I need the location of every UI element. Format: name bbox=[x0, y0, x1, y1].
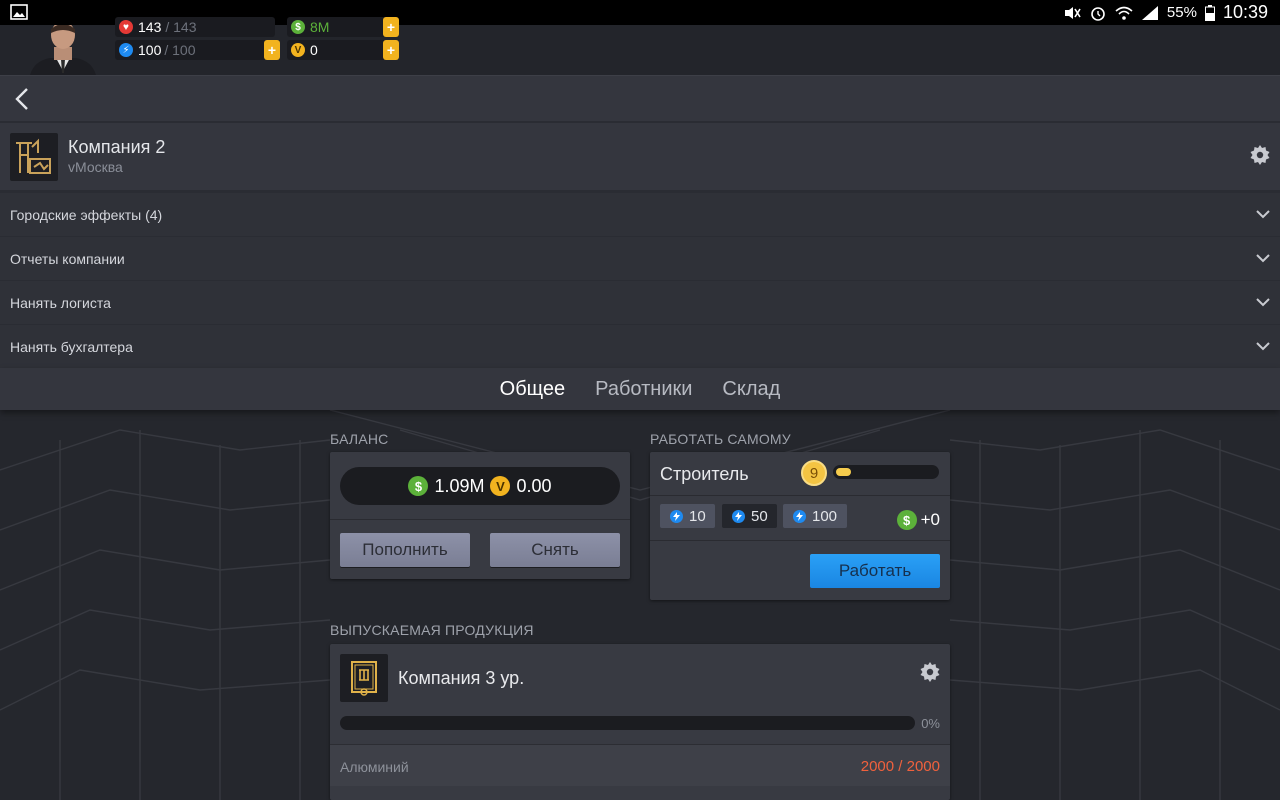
energy-icon: ⚡ bbox=[119, 43, 133, 57]
production-panel: Компания 3 ур. 0% Алюминий 2000 / 2000 bbox=[330, 644, 950, 800]
battery-level: 55% bbox=[1166, 4, 1197, 21]
accordion-label: Нанять бухгалтера bbox=[10, 339, 133, 355]
vcoins-value: 0 bbox=[310, 42, 318, 58]
energy-option-100[interactable]: 100 bbox=[783, 504, 847, 528]
signal-icon bbox=[1141, 5, 1158, 20]
balance-vcoins: 0.00 bbox=[516, 475, 552, 496]
battery-icon bbox=[1204, 4, 1215, 21]
money-value: 8M bbox=[310, 19, 330, 35]
energy-option-label: 100 bbox=[812, 507, 838, 525]
clock: 10:39 bbox=[1222, 2, 1268, 22]
earnings: $ +0 bbox=[896, 510, 940, 530]
chevron-down-icon bbox=[1256, 342, 1270, 351]
money-icon: $ bbox=[291, 20, 305, 34]
accordion-hire-accountant[interactable]: Нанять бухгалтера bbox=[0, 324, 1280, 368]
job-name: Строитель bbox=[660, 464, 749, 484]
add-money-button[interactable]: + bbox=[383, 17, 399, 37]
divider bbox=[650, 495, 950, 496]
product-name: Компания 3 ур. bbox=[398, 668, 525, 688]
page-header bbox=[0, 75, 1280, 121]
energy-icon bbox=[732, 509, 745, 523]
divider bbox=[330, 519, 630, 520]
health-value: 143 bbox=[138, 19, 162, 35]
gear-icon[interactable] bbox=[920, 662, 940, 682]
gallery-icon bbox=[10, 4, 28, 20]
player-bar: ♥ 143 / 143 $ 8M + ⚡ 100 / 100 + V 0 + bbox=[0, 17, 1280, 75]
chevron-down-icon bbox=[1256, 254, 1270, 263]
company-name: Компания 2 bbox=[68, 137, 166, 157]
add-energy-button[interactable]: + bbox=[264, 40, 280, 60]
resource-name: Алюминий bbox=[340, 759, 409, 775]
company-header: Компания 2 vМосква bbox=[0, 123, 1280, 190]
earnings-value: +0 bbox=[920, 510, 940, 529]
product-logo bbox=[340, 654, 388, 702]
wifi-icon bbox=[1115, 6, 1133, 20]
balance-title: БАЛАНС bbox=[330, 431, 389, 447]
energy-value: 100 bbox=[138, 42, 162, 58]
chevron-left-icon[interactable] bbox=[12, 86, 32, 112]
production-progress-bar bbox=[340, 716, 915, 730]
energy-option-50[interactable]: 50 bbox=[722, 504, 777, 528]
energy-option-10[interactable]: 10 bbox=[660, 504, 715, 528]
vcoin-icon: V bbox=[490, 476, 511, 496]
divider bbox=[650, 540, 950, 541]
heart-icon: ♥ bbox=[119, 20, 133, 34]
level-progress-fill bbox=[836, 468, 851, 476]
mute-icon bbox=[1064, 6, 1081, 19]
work-title: РАБОТАТЬ САМОМУ bbox=[650, 431, 791, 447]
health-stat: ♥ 143 / 143 bbox=[115, 17, 275, 37]
energy-option-label: 50 bbox=[751, 507, 768, 525]
accordion-label: Нанять логиста bbox=[10, 295, 111, 311]
deposit-button[interactable]: Пополнить bbox=[340, 533, 470, 567]
production-progress-label: 0% bbox=[921, 716, 940, 731]
work-button[interactable]: Работать bbox=[810, 554, 940, 588]
add-vcoins-button[interactable]: + bbox=[383, 40, 399, 60]
money-stat: $ 8M + bbox=[287, 17, 399, 37]
balance-money: 1.09M bbox=[434, 475, 485, 496]
health-max: / 143 bbox=[165, 19, 197, 35]
avatar[interactable] bbox=[24, 25, 102, 75]
work-panel: Строитель 9 10 50 100 $ +0 Работать bbox=[650, 452, 950, 600]
alarm-icon bbox=[1091, 6, 1105, 21]
money-icon: $ bbox=[408, 476, 429, 496]
money-icon: $ bbox=[896, 510, 917, 530]
energy-icon bbox=[793, 509, 806, 523]
resource-row: Алюминий 2000 / 2000 bbox=[330, 744, 950, 786]
withdraw-button[interactable]: Снять bbox=[490, 533, 620, 567]
company-city: vМосква bbox=[68, 159, 123, 175]
energy-stat: ⚡ 100 / 100 + bbox=[115, 40, 280, 60]
balance-panel: $ 1.09M V 0.00 Пополнить Снять bbox=[330, 452, 630, 579]
tab-workers[interactable]: Работники bbox=[595, 378, 692, 401]
accordion-label: Отчеты компании bbox=[10, 251, 125, 267]
energy-max: / 100 bbox=[164, 42, 196, 58]
tab-bar: Общее Работники Склад bbox=[0, 368, 1280, 410]
vcoin-icon: V bbox=[291, 43, 305, 57]
level-badge: 9 bbox=[801, 460, 827, 486]
level-progress-bar bbox=[833, 465, 939, 479]
production-title: ВЫПУСКАЕМАЯ ПРОДУКЦИЯ bbox=[330, 622, 534, 638]
tab-warehouse[interactable]: Склад bbox=[722, 378, 780, 401]
accordion-city-effects[interactable]: Городские эффекты (4) bbox=[0, 192, 1280, 236]
resource-value: 2000 / 2000 bbox=[860, 758, 940, 775]
energy-icon bbox=[670, 509, 683, 523]
vcoins-stat: V 0 + bbox=[287, 40, 399, 60]
chevron-down-icon bbox=[1256, 298, 1270, 307]
energy-option-label: 10 bbox=[689, 507, 706, 525]
company-logo bbox=[10, 133, 58, 181]
tab-general[interactable]: Общее bbox=[500, 378, 566, 401]
gear-icon[interactable] bbox=[1250, 145, 1270, 165]
accordion-label: Городские эффекты (4) bbox=[10, 207, 163, 223]
accordion-hire-logistician[interactable]: Нанять логиста bbox=[0, 280, 1280, 324]
balance-display: $ 1.09M V 0.00 bbox=[340, 467, 620, 505]
accordion-company-reports[interactable]: Отчеты компании bbox=[0, 236, 1280, 280]
chevron-down-icon bbox=[1256, 210, 1270, 219]
